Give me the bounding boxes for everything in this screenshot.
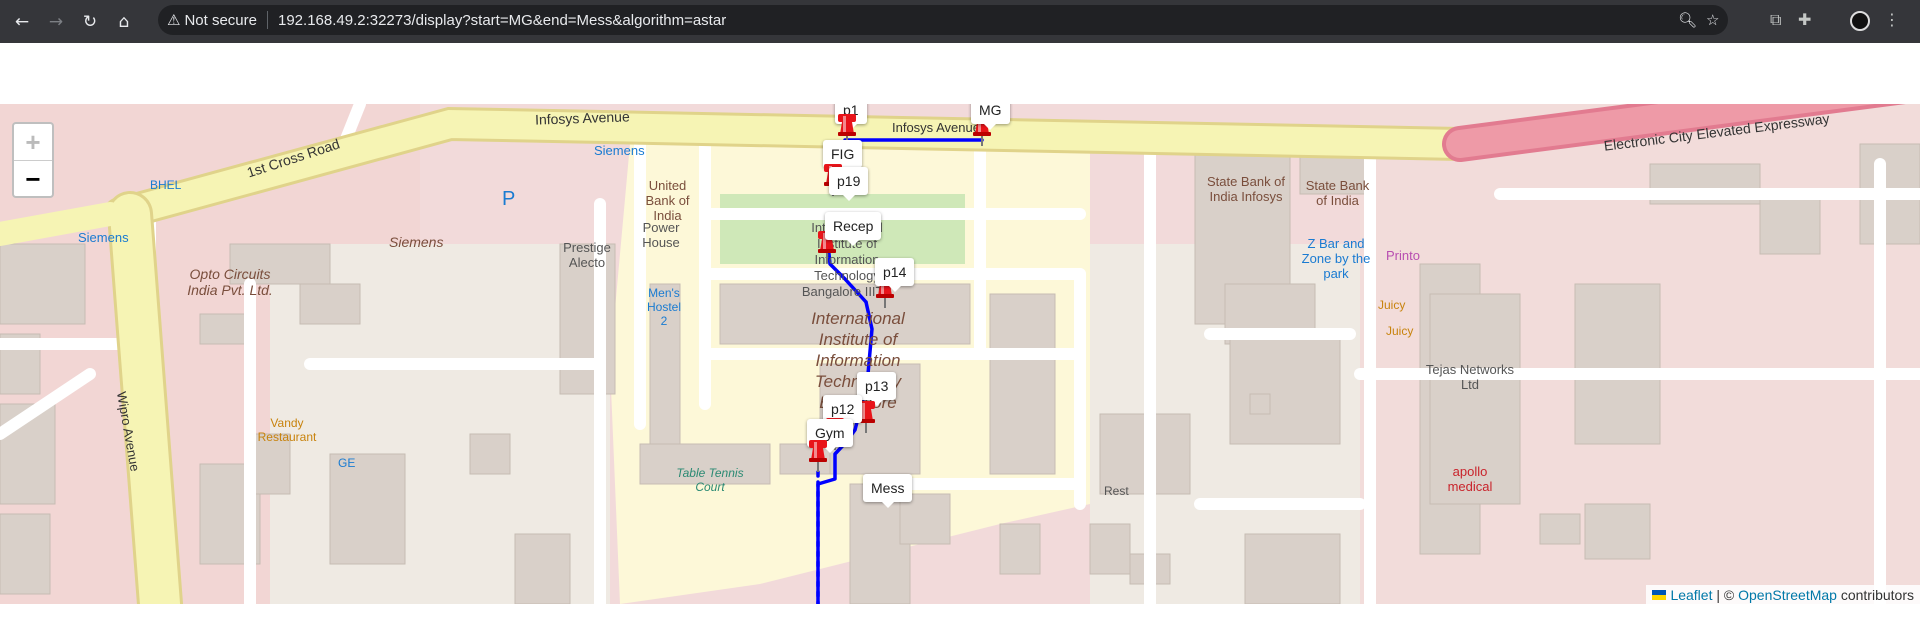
zoom-icon[interactable]: 🔍︎ [1678, 11, 1697, 29]
profile-avatar[interactable] [1850, 11, 1870, 31]
home-icon[interactable]: ⌂ [110, 8, 138, 36]
poi-sbi-1: State Bank of India Infosys [1206, 174, 1286, 204]
waypoint-label-p13[interactable]: p13 [857, 372, 897, 406]
street-label-infosys-1: Infosys Avenue [534, 108, 630, 128]
poi-power-house: Power House [642, 220, 680, 250]
back-icon[interactable]: ← [8, 8, 36, 36]
attribution-separator: | © [1712, 586, 1739, 603]
address-bar[interactable]: ⚠ Not secure 192.168.49.2:32273/display?… [158, 5, 1728, 35]
security-label[interactable]: Not secure [184, 12, 257, 29]
poi-ge: GE [338, 456, 356, 470]
poi-siemens-2: Siemens [78, 230, 129, 245]
extension-puzzle-icon[interactable]: ⧉ [1770, 10, 1781, 30]
bookmark-star-icon[interactable]: ☆ [1706, 11, 1719, 29]
poi-apollo: apollo medical [1447, 464, 1493, 494]
poi-united-bank: United Bank of India [645, 178, 690, 223]
zoom-control: + − [12, 122, 54, 198]
waypoint-label-mg[interactable]: MG [971, 104, 1010, 130]
poi-opto: Opto Circuits India Pvt. Ltd. [187, 266, 273, 298]
street-label-infosys-2: Infosys Avenue [892, 120, 980, 135]
url-text[interactable]: 192.168.49.2:32273/display?start=MG&end=… [278, 12, 726, 29]
poi-juicy-1: Juicy [1378, 298, 1406, 312]
warning-icon: ⚠ [167, 11, 181, 29]
divider [267, 11, 268, 29]
poi-table-tennis: Table Tennis Court [676, 466, 744, 494]
poi-sbi-2: State Bank of India [1305, 178, 1370, 208]
waypoint-label-p19[interactable]: p19 [829, 167, 869, 201]
ukraine-flag-icon [1652, 589, 1667, 600]
poi-siemens-3: Siemens [389, 234, 444, 250]
poi-vandy: Vandy Restaurant [257, 416, 317, 444]
waypoint-pin-mess[interactable] [807, 438, 829, 472]
poi-prestige: Prestige Alecto [563, 240, 611, 270]
poi-zbar: Z Bar and Zone by the park [1301, 236, 1371, 281]
zoom-in-button[interactable]: + [14, 124, 52, 161]
forward-icon[interactable]: → [42, 8, 70, 36]
openstreetmap-link[interactable]: OpenStreetMap [1738, 587, 1837, 603]
poi-bhel: BHEL [150, 178, 182, 192]
leaflet-link[interactable]: Leaflet [1670, 587, 1712, 603]
poi-juicy-2: Juicy [1386, 324, 1414, 338]
reload-icon[interactable]: ↻ [76, 8, 104, 36]
zoom-out-button[interactable]: − [14, 161, 52, 197]
poi-mens-hostel: Men's Hostel 2 [646, 286, 681, 328]
parking-icon: P [502, 188, 516, 210]
extensions-icon[interactable]: ✚ [1798, 10, 1811, 29]
waypoint-label-recep[interactable]: Recep [825, 212, 882, 246]
menu-icon[interactable]: ⋮ [1884, 10, 1900, 29]
map-tiles [0, 104, 1920, 604]
browser-toolbar: ← → ↻ ⌂ ⚠ Not secure 192.168.49.2:32273/… [0, 0, 1920, 43]
map-view[interactable]: Infosys Avenue Infosys Avenue 1st Cross … [0, 104, 1920, 604]
map-attribution: Leaflet | © OpenStreetMap contributors [1646, 585, 1920, 604]
attribution-suffix: contributors [1836, 586, 1914, 603]
waypoint-label-p14[interactable]: p14 [875, 258, 915, 292]
waypoint-label-mess[interactable]: Mess [863, 474, 913, 508]
poi-tejas: Tejas Networks Ltd [1425, 362, 1515, 392]
poi-printo: Printo [1386, 248, 1420, 263]
poi-siemens-1: Siemens [594, 143, 645, 158]
poi-rest: Rest [1104, 484, 1129, 498]
